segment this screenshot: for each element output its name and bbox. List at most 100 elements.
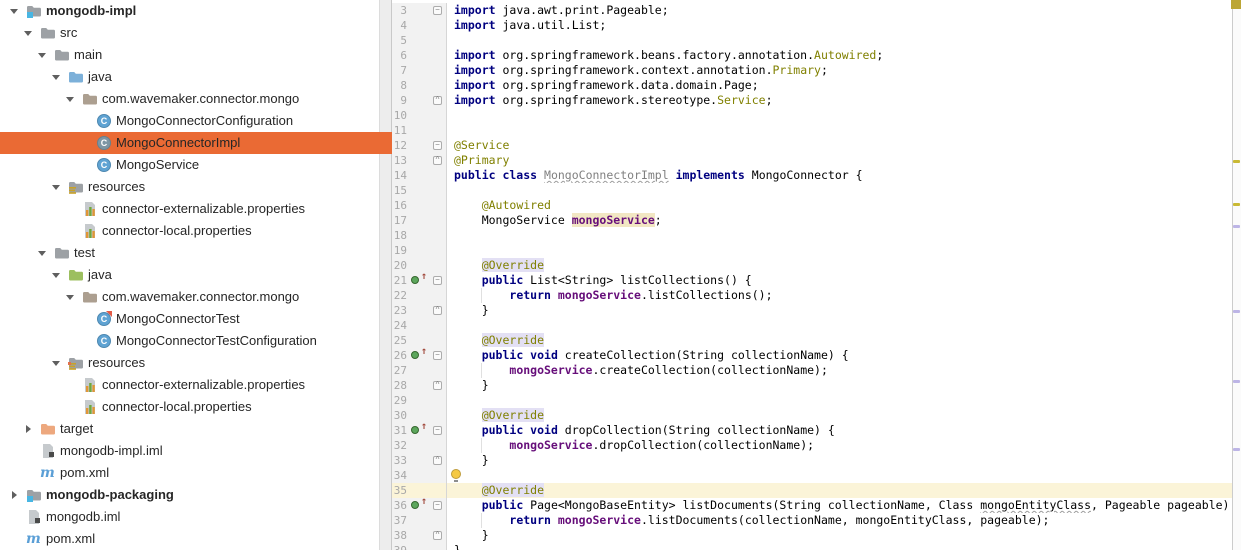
inspection-status-icon[interactable] <box>1231 0 1241 9</box>
fold-marker-icon[interactable]: − <box>433 501 442 510</box>
fold-marker-icon[interactable]: ^ <box>433 531 442 540</box>
fold-marker-icon[interactable]: − <box>433 276 442 285</box>
override-method-gutter-icon[interactable]: ↑ <box>409 273 431 288</box>
code-line[interactable]: 17 MongoService mongoService; <box>392 213 1241 228</box>
tree-item-connector-local-properties[interactable]: connector-local.properties <box>0 220 392 242</box>
collapse-arrow-icon[interactable] <box>10 6 20 16</box>
code-line[interactable]: 13^@Primary <box>392 153 1241 168</box>
code-line[interactable]: 8import org.springframework.data.domain.… <box>392 78 1241 93</box>
collapse-arrow-icon[interactable] <box>52 358 62 368</box>
code-line[interactable]: 19 <box>392 243 1241 258</box>
tree-item-resources[interactable]: resources <box>0 352 392 374</box>
code-line[interactable]: 11 <box>392 123 1241 138</box>
code-line[interactable]: 23^ } <box>392 303 1241 318</box>
stripe-mark-warning[interactable] <box>1233 203 1240 206</box>
tree-item-mongoconnectorimpl[interactable]: CMongoConnectorImpl <box>0 132 392 154</box>
code-line[interactable]: 30 @Override <box>392 408 1241 423</box>
tree-item-mongodb-impl[interactable]: mongodb-impl <box>0 0 392 22</box>
error-stripe-scrollbar[interactable] <box>1232 0 1241 550</box>
code-line[interactable]: 6import org.springframework.beans.factor… <box>392 48 1241 63</box>
code-line[interactable]: 15 <box>392 183 1241 198</box>
code-line[interactable]: 20 @Override <box>392 258 1241 273</box>
stripe-mark-ident[interactable] <box>1233 448 1240 451</box>
tree-item-com-wavemaker-connector-mongo[interactable]: com.wavemaker.connector.mongo <box>0 88 392 110</box>
tree-item-java[interactable]: java <box>0 66 392 88</box>
override-method-gutter-icon[interactable]: ↑ <box>409 423 431 438</box>
tree-item-connector-local-properties[interactable]: connector-local.properties <box>0 396 392 418</box>
code-line[interactable]: 28^ } <box>392 378 1241 393</box>
code-line[interactable]: 4import java.util.List; <box>392 18 1241 33</box>
stripe-mark-ident[interactable] <box>1233 380 1240 383</box>
fold-marker-icon[interactable]: − <box>433 426 442 435</box>
override-method-gutter-icon[interactable]: ↑ <box>409 348 431 363</box>
code-line[interactable]: 14public class MongoConnectorImpl implem… <box>392 168 1241 183</box>
fold-marker-icon[interactable]: ^ <box>433 456 442 465</box>
tree-item-mongodb-impl-iml[interactable]: mongodb-impl.iml <box>0 440 392 462</box>
code-line[interactable]: 25 @Override <box>392 333 1241 348</box>
code-line[interactable]: 24 <box>392 318 1241 333</box>
tree-item-main[interactable]: main <box>0 44 392 66</box>
tree-item-mongodb-iml[interactable]: mongodb.iml <box>0 506 392 528</box>
code-line[interactable]: 18 <box>392 228 1241 243</box>
code-line[interactable]: 37 return mongoService.listDocuments(col… <box>392 513 1241 528</box>
expand-arrow-icon[interactable] <box>10 490 20 500</box>
tree-item-mongoconnectortestconfiguration[interactable]: CMongoConnectorTestConfiguration <box>0 330 392 352</box>
code-line[interactable]: 31↑− public void dropCollection(String c… <box>392 423 1241 438</box>
expand-arrow-icon[interactable] <box>24 424 34 434</box>
intention-bulb-icon[interactable] <box>451 469 461 479</box>
code-editor[interactable]: 3−import java.awt.print.Pageable;4import… <box>392 0 1241 550</box>
tree-item-test[interactable]: test <box>0 242 392 264</box>
code-line[interactable]: 3−import java.awt.print.Pageable; <box>392 3 1241 18</box>
code-line[interactable]: 12−@Service <box>392 138 1241 153</box>
stripe-mark-warning[interactable] <box>1233 160 1240 163</box>
tree-item-mongodb-packaging[interactable]: mongodb-packaging <box>0 484 392 506</box>
tree-item-pom-xml[interactable]: mpom.xml <box>0 462 392 484</box>
code-line[interactable]: 27 mongoService.createCollection(collect… <box>392 363 1241 378</box>
tree-item-connector-externalizable-properties[interactable]: connector-externalizable.properties <box>0 374 392 396</box>
override-method-gutter-icon[interactable]: ↑ <box>409 498 431 513</box>
code-line[interactable]: 38^ } <box>392 528 1241 543</box>
collapse-arrow-icon[interactable] <box>38 248 48 258</box>
stripe-mark-ident[interactable] <box>1233 310 1240 313</box>
fold-marker-icon[interactable]: ^ <box>433 96 442 105</box>
collapse-arrow-icon[interactable] <box>52 72 62 82</box>
tree-item-src[interactable]: src <box>0 22 392 44</box>
collapse-arrow-icon[interactable] <box>52 182 62 192</box>
code-line[interactable]: 29 <box>392 393 1241 408</box>
code-line[interactable]: 21↑− public List<String> listCollections… <box>392 273 1241 288</box>
code-line[interactable]: 7import org.springframework.context.anno… <box>392 63 1241 78</box>
code-line[interactable]: 5 <box>392 33 1241 48</box>
code-line[interactable]: 9^import org.springframework.stereotype.… <box>392 93 1241 108</box>
code-line[interactable]: 22 return mongoService.listCollections()… <box>392 288 1241 303</box>
fold-marker-icon[interactable]: ^ <box>433 381 442 390</box>
tree-item-mongoservice[interactable]: CMongoService <box>0 154 392 176</box>
tree-item-resources[interactable]: resources <box>0 176 392 198</box>
code-line[interactable]: 16 @Autowired <box>392 198 1241 213</box>
collapse-arrow-icon[interactable] <box>52 270 62 280</box>
fold-marker-icon[interactable]: − <box>433 351 442 360</box>
tree-item-com-wavemaker-connector-mongo[interactable]: com.wavemaker.connector.mongo <box>0 286 392 308</box>
collapse-arrow-icon[interactable] <box>66 94 76 104</box>
tree-item-target[interactable]: target <box>0 418 392 440</box>
code-line[interactable]: 10 <box>392 108 1241 123</box>
fold-marker-icon[interactable]: ^ <box>433 306 442 315</box>
collapse-arrow-icon[interactable] <box>24 28 34 38</box>
code-line[interactable]: 36↑− public Page<MongoBaseEntity> listDo… <box>392 498 1241 513</box>
tree-item-pom-xml[interactable]: mpom.xml <box>0 528 392 550</box>
code-line[interactable]: 32 mongoService.dropCollection(collectio… <box>392 438 1241 453</box>
code-line[interactable]: 35 @Override <box>392 483 1241 498</box>
collapse-arrow-icon[interactable] <box>38 50 48 60</box>
fold-marker-icon[interactable]: − <box>433 141 442 150</box>
code-line[interactable]: 34 <box>392 468 1241 483</box>
collapse-arrow-icon[interactable] <box>66 292 76 302</box>
tree-item-java[interactable]: java <box>0 264 392 286</box>
code-line[interactable]: 33^ } <box>392 453 1241 468</box>
stripe-mark-ident[interactable] <box>1233 225 1240 228</box>
code-line[interactable]: 39} <box>392 543 1241 550</box>
fold-marker-icon[interactable]: − <box>433 6 442 15</box>
tree-item-mongoconnectortest[interactable]: CMongoConnectorTest <box>0 308 392 330</box>
tree-item-connector-externalizable-properties[interactable]: connector-externalizable.properties <box>0 198 392 220</box>
tree-item-mongoconnectorconfiguration[interactable]: CMongoConnectorConfiguration <box>0 110 392 132</box>
code-line[interactable]: 26↑− public void createCollection(String… <box>392 348 1241 363</box>
fold-marker-icon[interactable]: ^ <box>433 156 442 165</box>
